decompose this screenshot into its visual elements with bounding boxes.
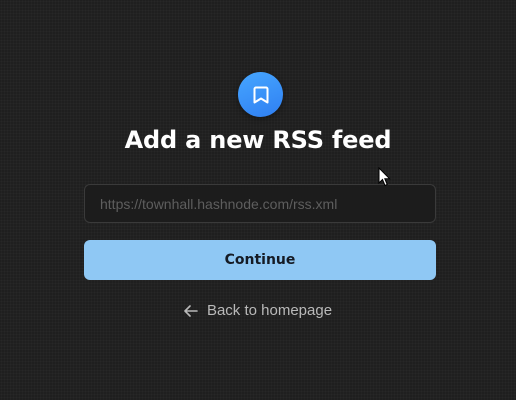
bookmark-icon [252,85,270,105]
arrow-left-icon [184,304,198,317]
app-logo [238,72,283,117]
back-link-label: Back to homepage [206,302,333,319]
page-title: Add a new RSS feed [124,126,392,154]
back-to-homepage-link[interactable]: Back to homepage [0,302,516,319]
rss-url-input[interactable] [84,184,436,223]
continue-button[interactable]: Continue [84,240,436,280]
